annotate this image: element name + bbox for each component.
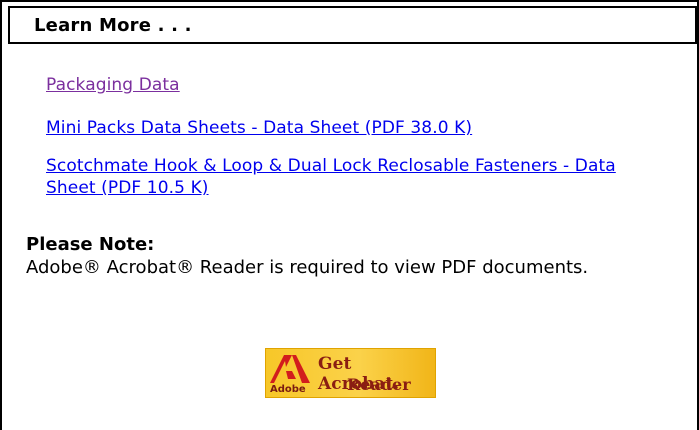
learn-more-panel: Learn More . . . Packaging Data Mini Pac… <box>0 0 699 430</box>
packaging-data-link[interactable]: Packaging Data <box>46 74 180 96</box>
scotchmate-datasheet-link[interactable]: Scotchmate Hook & Loop & Dual Lock Reclo… <box>46 155 666 199</box>
note-body: Adobe® Acrobat® Reader is required to vi… <box>26 257 589 278</box>
section-title: Learn More . . . <box>34 15 192 36</box>
note-title: Please Note: <box>26 234 155 255</box>
note-section: Please Note: Adobe® Acrobat® Reader is r… <box>26 234 666 279</box>
get-acrobat-reader-button[interactable]: Adobe Get Acrobat. Reader <box>265 348 436 398</box>
section-header: Learn More . . . <box>8 6 697 44</box>
adobe-brand-label: Adobe <box>270 384 306 395</box>
badge-line-2: Reader <box>347 375 411 394</box>
mini-packs-datasheet-link[interactable]: Mini Packs Data Sheets - Data Sheet (PDF… <box>46 117 472 139</box>
